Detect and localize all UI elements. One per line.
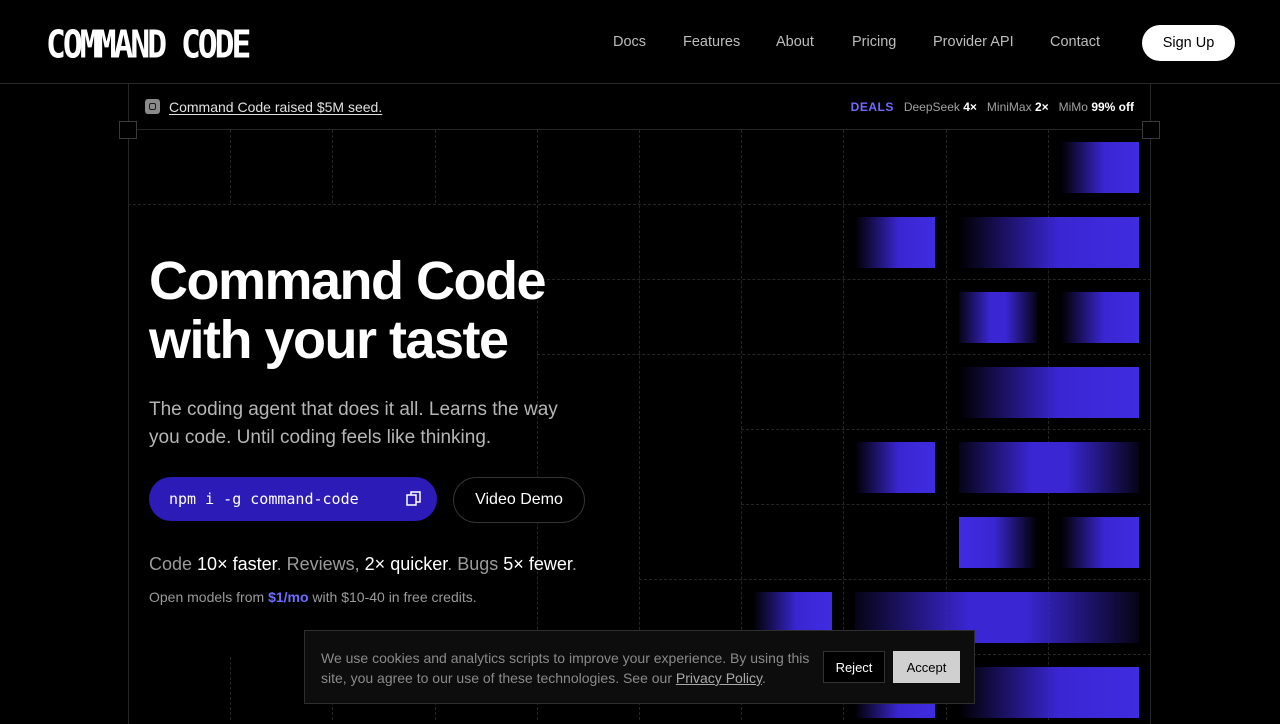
nav-provider-api[interactable]: Provider API — [933, 34, 1014, 50]
pricing-line: Open models from $1/mo with $10-40 in fr… — [149, 589, 477, 605]
deals-strip: DEALS DeepSeek 4× MiniMax 2× MiMo 99% of… — [851, 100, 1134, 114]
pricing-price: $1/mo — [268, 589, 309, 605]
hero-subtitle: The coding agent that does it all. Learn… — [149, 399, 558, 448]
deal-item[interactable]: MiMo 99% off — [1059, 100, 1134, 114]
hero-stats: Code 10× faster. Reviews, 2× quicker. Bu… — [149, 554, 577, 574]
announcement-icon — [145, 99, 160, 114]
cookie-banner: We use cookies and analytics scripts to … — [304, 630, 975, 704]
privacy-policy-link[interactable]: Privacy Policy — [676, 670, 762, 686]
accept-button[interactable]: Accept — [893, 651, 960, 683]
copy-icon[interactable] — [406, 491, 421, 506]
video-demo-button[interactable]: Video Demo — [453, 477, 585, 523]
nav-pricing[interactable]: Pricing — [852, 34, 896, 50]
cookie-text: We use cookies and analytics scripts to … — [321, 650, 810, 686]
deals-label: DEALS — [850, 100, 894, 114]
nav-docs[interactable]: Docs — [613, 34, 646, 50]
deal-item[interactable]: DeepSeek 4× — [904, 100, 977, 114]
nav-about[interactable]: About — [776, 34, 814, 50]
site-header: COMMAND CODE Docs Features About Pricing… — [0, 0, 1280, 84]
install-command-text: npm i -g command-code — [169, 490, 359, 508]
nav-contact[interactable]: Contact — [1050, 34, 1100, 50]
reject-button[interactable]: Reject — [823, 651, 885, 683]
announcement-link[interactable]: Command Code raised $5M seed. — [169, 99, 382, 115]
sign-up-button[interactable]: Sign Up — [1142, 25, 1235, 61]
deal-item[interactable]: MiniMax 2× — [987, 100, 1049, 114]
logo[interactable]: COMMAND CODE — [46, 23, 251, 65]
nav-features[interactable]: Features — [683, 34, 740, 50]
install-command-button[interactable]: npm i -g command-code — [149, 477, 437, 521]
hero-title: Command Code with your taste — [149, 251, 547, 370]
